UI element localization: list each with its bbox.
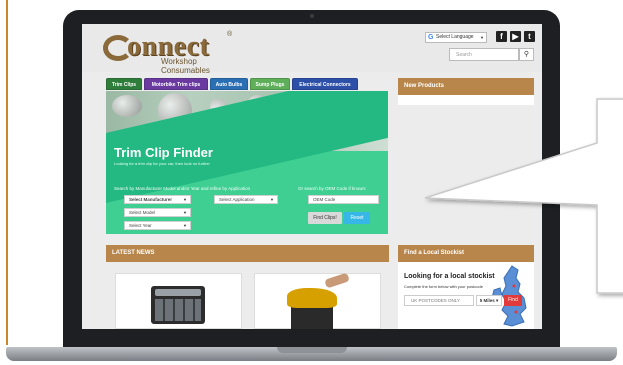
tab-label: Sump Plugs bbox=[255, 82, 285, 88]
cloth-image bbox=[287, 288, 337, 308]
stockist-title: Looking for a local stockist bbox=[404, 273, 495, 280]
facebook-icon[interactable]: f bbox=[496, 31, 507, 42]
caret-down-icon: ▼ bbox=[183, 210, 187, 215]
laptop-notch bbox=[277, 347, 347, 353]
logo-subtitle: Workshop Consumables bbox=[161, 57, 210, 75]
language-select[interactable]: G Select Language ▼ bbox=[425, 32, 487, 43]
stockist-subtitle: Complete the form below with your postco… bbox=[404, 284, 483, 289]
language-label: Select Language bbox=[436, 34, 474, 40]
tab-auto-bulbs[interactable]: Auto Bulbs bbox=[210, 78, 248, 90]
model-value: Select Model bbox=[129, 210, 156, 215]
trim-clip-finder: Trim Clip Finder Looking for a trim clip… bbox=[106, 91, 388, 234]
find-label: Find bbox=[508, 297, 518, 303]
tab-label: Electrical Connectors bbox=[299, 82, 351, 88]
latest-news-header: LATEST NEWS bbox=[106, 245, 389, 262]
manufacturer-select[interactable]: Select Manufacturer ▼ bbox=[124, 195, 191, 204]
connect-logo[interactable]: onnect ® Workshop Consumables bbox=[103, 31, 243, 75]
tab-motorbike-trim-clips[interactable]: Motorbike Trim clips bbox=[144, 78, 208, 90]
new-products-body bbox=[398, 95, 534, 105]
reset-button[interactable]: Reset bbox=[344, 212, 370, 224]
find-stockist-header: Find a Local Stockist bbox=[398, 245, 534, 262]
magnifier-icon: ⚲ bbox=[523, 51, 530, 58]
finder-hint-left: Search by Manufacturer Model and/or Year… bbox=[114, 186, 251, 191]
oem-code-input[interactable]: OEM Code bbox=[308, 195, 379, 204]
tab-label: Auto Bulbs bbox=[215, 82, 243, 88]
caret-down-icon: ▾ bbox=[496, 298, 499, 303]
search-placeholder: Search bbox=[456, 52, 472, 58]
finder-subtitle: Looking for a trim clip for your car, th… bbox=[114, 161, 210, 166]
case-lid bbox=[155, 289, 201, 296]
caret-down-icon: ▼ bbox=[270, 197, 274, 202]
camera-icon bbox=[310, 14, 314, 18]
logo-registered-mark: ® bbox=[227, 31, 233, 38]
oem-placeholder: OEM Code bbox=[313, 197, 336, 202]
postcode-placeholder: UK POSTCODES ONLY bbox=[411, 298, 460, 303]
application-value: Select Application bbox=[219, 197, 255, 202]
manufacturer-value: Select Manufacturer bbox=[129, 197, 173, 202]
chevron-down-icon: ▼ bbox=[480, 35, 484, 40]
tab-label: Motorbike Trim clips bbox=[151, 82, 201, 88]
find-stockist-button[interactable]: Find bbox=[504, 295, 522, 306]
site-header: onnect ® Workshop Consumables G Select L… bbox=[82, 24, 542, 75]
miles-value: 5 Miles bbox=[479, 298, 495, 303]
new-products-header: New Products bbox=[398, 78, 534, 95]
year-value: Select Year bbox=[129, 223, 152, 228]
stage: onnect ® Workshop Consumables G Select L… bbox=[0, 0, 623, 365]
clip-image bbox=[112, 95, 142, 117]
twitter-icon[interactable]: t bbox=[524, 31, 535, 42]
tab-sump-plugs[interactable]: Sump Plugs bbox=[250, 78, 290, 90]
find-clips-label: Find Clips! bbox=[313, 215, 337, 221]
search-input[interactable]: Search bbox=[449, 48, 519, 61]
hand-image bbox=[324, 272, 350, 289]
laptop-screen: onnect ® Workshop Consumables G Select L… bbox=[82, 24, 542, 329]
youtube-icon[interactable]: ▶ bbox=[510, 31, 521, 42]
news-card[interactable] bbox=[254, 272, 381, 329]
case-compartments bbox=[155, 299, 201, 321]
stockist-panel: Looking for a local stockist Complete th… bbox=[398, 262, 534, 329]
search-button[interactable]: ⚲ bbox=[519, 48, 534, 61]
tab-electrical-connectors[interactable]: Electrical Connectors bbox=[292, 78, 358, 90]
finder-title: Trim Clip Finder bbox=[114, 145, 213, 160]
caret-down-icon: ▼ bbox=[183, 223, 187, 228]
news-card[interactable] bbox=[115, 273, 242, 329]
google-icon: G bbox=[428, 34, 434, 41]
tab-trim-clips[interactable]: Trim Clips bbox=[106, 78, 142, 90]
miles-select[interactable]: 5 Miles ▾ bbox=[476, 295, 502, 306]
application-select[interactable]: Select Application ▼ bbox=[214, 195, 278, 204]
finder-hint-right: Or search by OEM Code if known: bbox=[298, 186, 367, 191]
year-select[interactable]: Select Year ▼ bbox=[124, 221, 191, 230]
find-clips-button[interactable]: Find Clips! bbox=[308, 212, 342, 224]
left-rule-line bbox=[6, 0, 8, 345]
reset-label: Reset bbox=[350, 215, 364, 221]
tab-label: Trim Clips bbox=[111, 82, 137, 88]
caret-down-icon: ▼ bbox=[183, 197, 187, 202]
postcode-input[interactable]: UK POSTCODES ONLY bbox=[404, 295, 474, 306]
clip-case-image bbox=[151, 286, 205, 324]
model-select[interactable]: Select Model ▼ bbox=[124, 208, 191, 217]
